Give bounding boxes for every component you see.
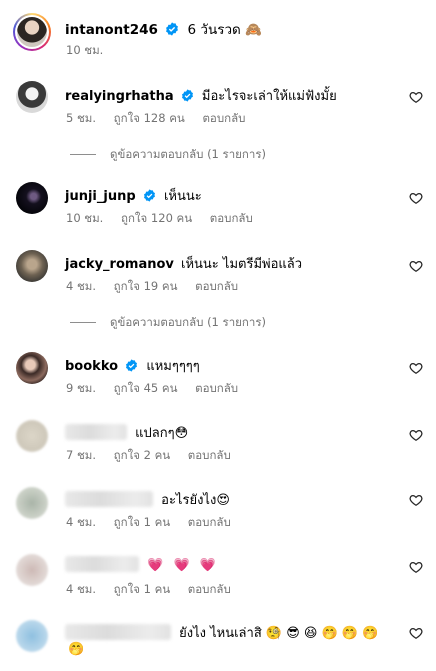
reply-button[interactable]: ตอบกลับ: [210, 211, 253, 225]
comment-time: 4 ชม.: [66, 515, 97, 529]
comment-emoji: 😍: [216, 493, 230, 508]
comment-emoji: 😳: [174, 426, 189, 441]
view-replies-label: ดูข้อความตอบกลับ (1 รายการ): [110, 315, 266, 329]
like-count[interactable]: ถูกใจ 19 คน: [114, 279, 178, 293]
comment-time: 4 ชม.: [66, 279, 97, 293]
heart-outline-icon[interactable]: [409, 560, 423, 574]
avatar[interactable]: [16, 250, 48, 282]
comment-username[interactable]: bookko: [65, 359, 118, 374]
caption-time: 10 ชม.: [66, 43, 104, 57]
comment-emoji: 💗 💗 💗: [147, 558, 219, 573]
reply-button[interactable]: ตอบกลับ: [188, 448, 231, 462]
comment-text: อะไรยังไง: [161, 493, 217, 508]
comment-text-line: realyingrhatha มีอะไรจะเล่าให้แม่ฟังมั้ย: [65, 85, 337, 106]
comment-meta: 4 ชม. ถูกใจ 19 คน ตอบกลับ: [66, 278, 252, 296]
avatar[interactable]: [16, 554, 48, 586]
like-count[interactable]: ถูกใจ 1 คน: [114, 582, 170, 596]
blurred-username[interactable]: [65, 491, 153, 507]
comment-text-line: bookko แหมๆๆๆๆ: [65, 355, 200, 376]
comment-text-line-2: 🤭: [68, 642, 84, 657]
verified-badge-icon: [143, 189, 155, 202]
avatar[interactable]: [16, 182, 48, 214]
avatar[interactable]: [16, 487, 48, 519]
comment-username[interactable]: realyingrhatha: [65, 89, 174, 104]
divider: [70, 154, 96, 155]
avatar[interactable]: [16, 352, 48, 384]
like-count[interactable]: ถูกใจ 1 คน: [114, 515, 170, 529]
view-replies-button[interactable]: ดูข้อความตอบกลับ (1 รายการ): [70, 146, 266, 164]
verified-badge-icon: [126, 359, 138, 372]
heart-outline-icon[interactable]: [409, 428, 423, 442]
comment-time: 10 ชม.: [66, 211, 104, 225]
heart-outline-icon[interactable]: [409, 493, 423, 507]
comment-text: ยังไง ไหนเล่าสิ: [179, 626, 262, 641]
comment-username[interactable]: junji_junp: [65, 189, 136, 204]
comment-time: 9 ชม.: [66, 381, 97, 395]
caption-text: 6 วันรวด: [187, 22, 241, 38]
comment-emoji: 🧐 😎 😆 🤭 🤭 🤭: [265, 626, 379, 641]
avatar[interactable]: [16, 620, 48, 652]
verified-badge-icon: [166, 22, 179, 36]
caption-emoji: 🙈: [245, 22, 262, 38]
reply-button[interactable]: ตอบกลับ: [202, 111, 245, 125]
comment-text-line: 💗 💗 💗: [65, 556, 219, 573]
blurred-username[interactable]: [65, 424, 127, 440]
comment-meta: 9 ชม. ถูกใจ 45 คน ตอบกลับ: [66, 380, 252, 398]
view-replies-button[interactable]: ดูข้อความตอบกลับ (1 รายการ): [70, 314, 266, 332]
caption-username[interactable]: intanont246: [65, 22, 158, 38]
comment-text-line: ยังไง ไหนเล่าสิ 🧐 😎 😆 🤭 🤭 🤭: [65, 622, 378, 643]
comment-text: แหมๆๆๆๆ: [146, 359, 200, 374]
comment-text-line: แปลกๆ😳: [65, 422, 188, 443]
avatar[interactable]: [16, 420, 48, 452]
like-count[interactable]: ถูกใจ 128 คน: [114, 111, 185, 125]
comment-meta: 7 ชม. ถูกใจ 2 คน ตอบกลับ: [66, 447, 245, 465]
like-count[interactable]: ถูกใจ 2 คน: [114, 448, 170, 462]
reply-button[interactable]: ตอบกลับ: [188, 515, 231, 529]
like-count[interactable]: ถูกใจ 120 คน: [121, 211, 192, 225]
comment-text: แปลกๆ: [135, 426, 175, 441]
comment-username[interactable]: jacky_romanov: [65, 257, 174, 272]
comment-text-line: junji_junp เห็นนะ: [65, 185, 202, 206]
heart-outline-icon[interactable]: [409, 626, 423, 640]
divider: [70, 322, 96, 323]
blurred-username[interactable]: [65, 624, 171, 640]
blurred-username[interactable]: [65, 556, 139, 572]
comment-time: 7 ชม.: [66, 448, 97, 462]
comment-text: เห็นนะ: [163, 189, 202, 204]
comment-time: 4 ชม.: [66, 582, 97, 596]
heart-outline-icon[interactable]: [409, 90, 423, 104]
verified-badge-icon: [181, 89, 193, 102]
comment-emoji-wrap: 🤭: [68, 642, 85, 657]
comment-meta: 5 ชม. ถูกใจ 128 คน ตอบกลับ: [66, 110, 259, 128]
comment-text: มีอะไรจะเล่าให้แม่ฟังมั้ย: [201, 89, 337, 104]
comment-time: 5 ชม.: [66, 111, 97, 125]
comment-meta: 4 ชม. ถูกใจ 1 คน ตอบกลับ: [66, 581, 245, 599]
caption-text-line: intanont246 6 วันรวด 🙈: [65, 18, 262, 40]
like-count[interactable]: ถูกใจ 45 คน: [114, 381, 178, 395]
comment-meta: 4 ชม. ถูกใจ 1 คน ตอบกลับ: [66, 514, 245, 532]
reply-button[interactable]: ตอบกลับ: [195, 279, 238, 293]
post-caption: intanont246 6 วันรวด 🙈 10 ชม.: [0, 0, 436, 70]
comment-text-line: อะไรยังไง😍: [65, 489, 230, 510]
author-avatar[interactable]: [13, 13, 51, 51]
reply-button[interactable]: ตอบกลับ: [195, 381, 238, 395]
reply-button[interactable]: ตอบกลับ: [188, 582, 231, 596]
heart-outline-icon[interactable]: [409, 191, 423, 205]
view-replies-label: ดูข้อความตอบกลับ (1 รายการ): [110, 147, 266, 161]
avatar[interactable]: [16, 81, 48, 113]
comment-text-line: jacky_romanov เห็นนะ ไมตรีมีพ่อแล้ว: [65, 253, 302, 274]
comment-meta: 10 ชม. ถูกใจ 120 คน ตอบกลับ: [66, 210, 267, 228]
heart-outline-icon[interactable]: [409, 361, 423, 375]
comment-text: เห็นนะ ไมตรีมีพ่อแล้ว: [181, 257, 303, 272]
heart-outline-icon[interactable]: [409, 259, 423, 273]
